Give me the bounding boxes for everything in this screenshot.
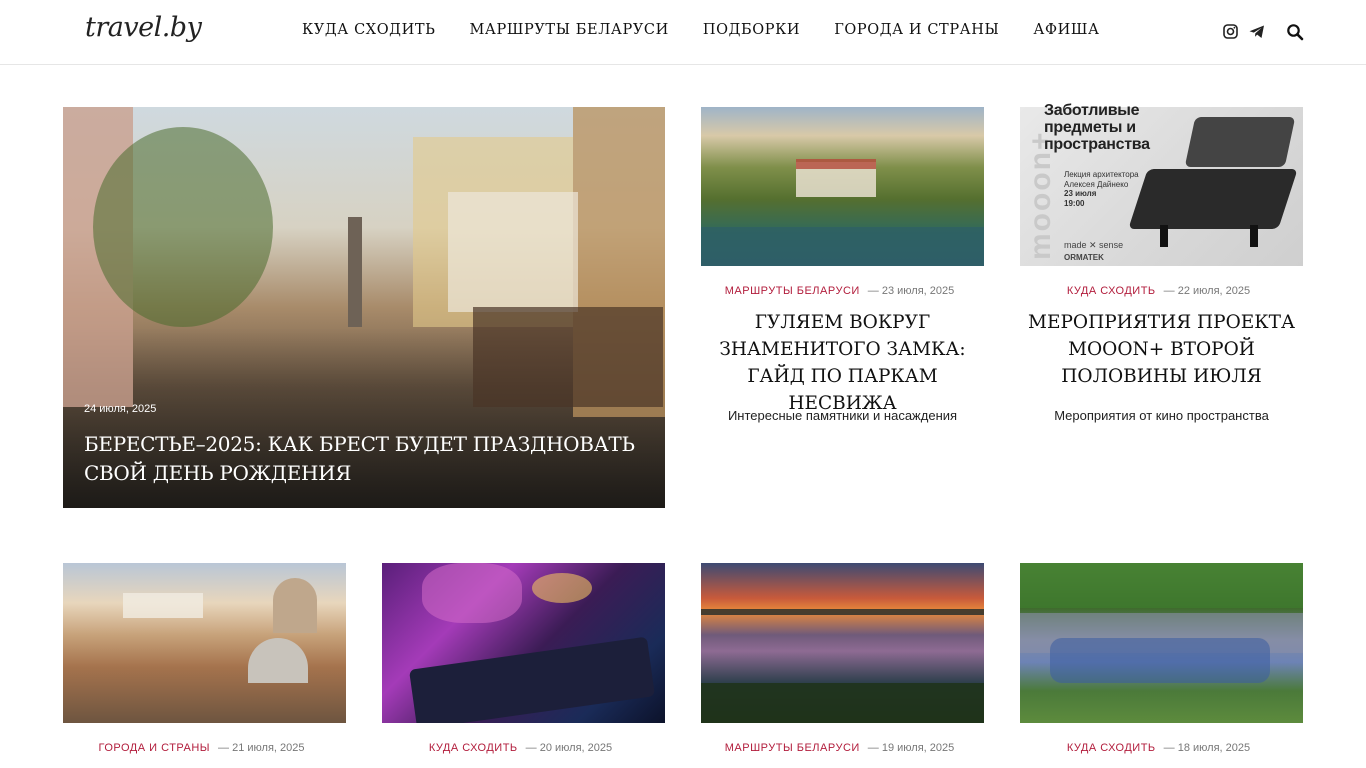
- card-image-festival[interactable]: [1020, 563, 1303, 723]
- nav-item-kuda-shodit[interactable]: КУДА СХОДИТЬ: [302, 22, 435, 38]
- nav-item-podborki[interactable]: ПОДБОРКИ: [703, 22, 800, 38]
- card-category-link[interactable]: МАРШРУТЫ БЕЛАРУСИ: [725, 742, 860, 754]
- card-date: — 23 июля, 2025: [867, 285, 955, 297]
- card-image-nesvizh[interactable]: [701, 107, 984, 266]
- poster-lecture: Лекция архитектора Алексея Дайнеко: [1064, 170, 1139, 189]
- card-meta: МАРШРУТЫ БЕЛАРУСИ — 19 июля, 2025: [701, 742, 984, 754]
- poster-date: 23 июля 19:00: [1064, 189, 1097, 208]
- main-nav: КУДА СХОДИТЬ МАРШРУТЫ БЕЛАРУСИ ПОДБОРКИ …: [302, 22, 1100, 38]
- card-date: — 18 июля, 2025: [1163, 742, 1251, 754]
- poster-title: Заботливые предметы и пространства: [1044, 102, 1150, 153]
- card-category-link[interactable]: МАРШРУТЫ БЕЛАРУСИ: [725, 285, 860, 297]
- telegram-icon[interactable]: [1248, 23, 1266, 41]
- site-logo[interactable]: travel.by: [85, 12, 202, 43]
- card-date: — 19 июля, 2025: [867, 742, 955, 754]
- card-meta: КУДА СХОДИТЬ — 20 июля, 2025: [382, 742, 665, 754]
- card-date: — 21 июля, 2025: [218, 742, 305, 754]
- instagram-icon[interactable]: [1222, 23, 1240, 41]
- site-header: travel.by КУДА СХОДИТЬ МАРШРУТЫ БЕЛАРУСИ…: [0, 0, 1366, 65]
- card-image-dj[interactable]: [382, 563, 665, 723]
- card-description: Мероприятия от кино пространства: [1054, 408, 1269, 423]
- card-category-link[interactable]: КУДА СХОДИТЬ: [429, 742, 518, 754]
- card-date: — 22 июля, 2025: [1163, 285, 1251, 297]
- card-image-rome[interactable]: [63, 563, 346, 723]
- nav-item-marshruty[interactable]: МАРШРУТЫ БЕЛАРУСИ: [469, 22, 668, 38]
- poster-brand-ormatek: ORMATEK: [1064, 253, 1104, 262]
- hero-title[interactable]: БЕРЕСТЬЕ–2025: КАК БРЕСТ БУДЕТ ПРАЗДНОВА…: [84, 430, 654, 488]
- card-meta: КУДА СХОДИТЬ — 18 июля, 2025: [1020, 742, 1303, 754]
- card-title[interactable]: МЕРОПРИЯТИЯ ПРОЕКТА MOOON+ ВТОРОЙ ПОЛОВИ…: [1020, 309, 1303, 390]
- card-description: Интересные памятники и насаждения: [727, 408, 958, 423]
- card-meta: ГОРОДА И СТРАНЫ — 21 июля, 2025: [63, 742, 346, 754]
- card-image-sunset[interactable]: [701, 563, 984, 723]
- card-meta: МАРШРУТЫ БЕЛАРУСИ — 23 июля, 2025: [701, 285, 984, 297]
- card-category-link[interactable]: КУДА СХОДИТЬ: [1067, 285, 1156, 297]
- nav-item-goroda[interactable]: ГОРОДА И СТРАНЫ: [834, 22, 999, 38]
- card-category-link[interactable]: КУДА СХОДИТЬ: [1067, 742, 1156, 754]
- poster-brand: made ✕ sense: [1064, 240, 1124, 250]
- nav-item-afisha[interactable]: АФИША: [1033, 22, 1099, 38]
- card-date: — 20 июля, 2025: [525, 742, 613, 754]
- hero-date: 24 июля, 2025: [84, 403, 157, 415]
- card-meta: КУДА СХОДИТЬ — 22 июля, 2025: [1020, 285, 1303, 297]
- card-title[interactable]: ГУЛЯЕМ ВОКРУГ ЗНАМЕНИТОГО ЗАМКА: ГАЙД ПО…: [701, 309, 984, 417]
- card-category-link[interactable]: ГОРОДА И СТРАНЫ: [99, 742, 211, 754]
- search-icon[interactable]: [1286, 23, 1304, 41]
